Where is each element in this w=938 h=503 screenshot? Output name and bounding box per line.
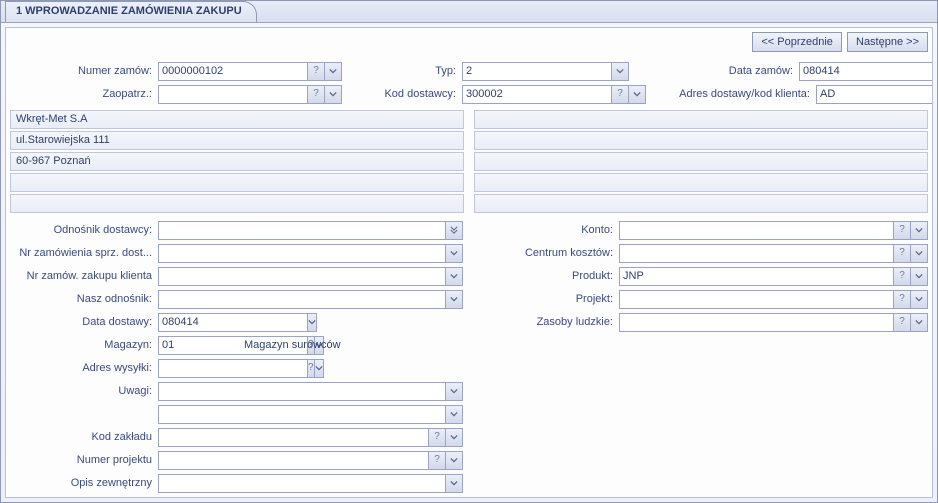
chevron-down-icon[interactable] — [446, 244, 463, 263]
supplier-name: Wkręt-Met S.A — [10, 110, 464, 129]
lookup-icon[interactable]: ? — [894, 290, 911, 309]
chevron-down-icon[interactable] — [325, 85, 342, 104]
chevron-down-icon[interactable] — [446, 221, 463, 240]
kod-dostawcy-input[interactable] — [462, 85, 612, 104]
data-zamow-input[interactable] — [799, 62, 933, 81]
prev-button[interactable]: << Poprzednie — [752, 32, 842, 52]
produkt-label: Produkt: — [475, 270, 619, 282]
opis-zewn-label: Opis zewnętrzny — [10, 477, 158, 489]
uwagi-label: Uwagi: — [10, 385, 158, 397]
typ-label: Typ: — [352, 65, 462, 77]
chevron-down-icon[interactable] — [315, 359, 324, 378]
address-block: Wkręt-Met S.A ul.Starowiejska 111 60-967… — [10, 110, 928, 213]
lookup-icon[interactable]: ? — [429, 451, 446, 470]
nr-zam-sprz-label: Nr zamówienia sprz. dost... — [10, 247, 158, 259]
delivery-line4 — [474, 173, 928, 192]
projekt-label: Projekt: — [475, 293, 619, 305]
lookup-icon[interactable]: ? — [429, 428, 446, 447]
next-button[interactable]: Następne >> — [847, 32, 928, 52]
tab-bar: 1 WPROWADZANIE ZAMÓWIENIA ZAKUPU — [1, 1, 937, 23]
odnosnik-dostawcy-label: Odnośnik dostawcy: — [10, 224, 158, 236]
nasz-odnosnik-label: Nasz odnośnik: — [10, 293, 158, 305]
adres-wysylki-label: Adres wysyłki: — [10, 362, 158, 374]
uwagi-input[interactable] — [158, 382, 446, 401]
adres-wysylki-input[interactable] — [158, 359, 308, 378]
window: 1 WPROWADZANIE ZAMÓWIENIA ZAKUPU << Popr… — [0, 0, 938, 503]
lookup-icon[interactable]: ? — [308, 62, 325, 81]
chevron-down-icon[interactable] — [911, 221, 928, 240]
chevron-down-icon[interactable] — [446, 267, 463, 286]
chevron-down-icon[interactable] — [446, 382, 463, 401]
zaopatrz-input[interactable] — [158, 85, 308, 104]
produkt-input[interactable] — [619, 267, 894, 286]
nr-zam-klienta-input[interactable] — [158, 267, 446, 286]
kod-zakladu-input[interactable] — [158, 428, 429, 447]
chevron-down-icon[interactable] — [911, 290, 928, 309]
chevron-down-icon[interactable] — [446, 451, 463, 470]
chevron-down-icon[interactable] — [446, 290, 463, 309]
data-dostawy-label: Data dostawy: — [10, 316, 158, 328]
nr-zam-klienta-label: Nr zamów. zakupu klienta — [10, 270, 158, 282]
lookup-icon[interactable]: ? — [612, 85, 629, 104]
lookup-icon[interactable]: ? — [894, 221, 911, 240]
chevron-down-icon[interactable] — [308, 313, 317, 332]
zasoby-label: Zasoby ludzkie: — [475, 316, 619, 328]
projekt-input[interactable] — [619, 290, 894, 309]
data-dostawy-input[interactable] — [158, 313, 308, 332]
typ-input[interactable] — [462, 62, 612, 81]
data-zamow-label: Data zamów: — [639, 65, 799, 77]
odnosnik-dostawcy-input[interactable] — [158, 221, 446, 240]
numer-zamow-label: Numer zamów: — [10, 65, 158, 77]
supplier-city: 60-967 Poznań — [10, 152, 464, 171]
adres-klienta-label: Adres dostawy/kod klienta: — [656, 88, 816, 100]
form-body: << Poprzednie Następne >> Numer zamów: ?… — [5, 27, 933, 498]
magazyn-label: Magazyn: — [10, 339, 158, 351]
konto-input[interactable] — [619, 221, 894, 240]
chevron-down-icon[interactable] — [446, 428, 463, 447]
konto-label: Konto: — [475, 224, 619, 236]
magazyn-description: Magazyn surowców — [236, 339, 341, 351]
supplier-line5 — [10, 194, 464, 213]
centrum-label: Centrum kosztów: — [475, 247, 619, 259]
lookup-icon[interactable]: ? — [894, 244, 911, 263]
kod-dostawcy-label: Kod dostawcy: — [352, 88, 462, 100]
kod-zakladu-label: Kod zakładu — [10, 431, 158, 443]
zasoby-input[interactable] — [619, 313, 894, 332]
chevron-down-icon[interactable] — [911, 313, 928, 332]
delivery-line3 — [474, 152, 928, 171]
tab-header[interactable]: 1 WPROWADZANIE ZAMÓWIENIA ZAKUPU — [5, 1, 257, 22]
delivery-line5 — [474, 194, 928, 213]
delivery-line2 — [474, 131, 928, 150]
adres-klienta-input[interactable] — [816, 85, 933, 104]
opis-zewn2-input[interactable] — [158, 497, 446, 499]
lookup-icon[interactable]: ? — [894, 267, 911, 286]
delivery-line1 — [474, 110, 928, 129]
lookup-icon[interactable]: ? — [308, 85, 325, 104]
chevron-down-icon[interactable] — [629, 85, 646, 104]
nr-zam-sprz-input[interactable] — [158, 244, 446, 263]
zaopatrz-label: Zaopatrz.: — [10, 88, 158, 100]
chevron-down-icon[interactable] — [446, 497, 463, 499]
chevron-down-icon[interactable] — [911, 244, 928, 263]
numer-zamow-input[interactable] — [158, 62, 308, 81]
numer-projektu-input[interactable] — [158, 451, 429, 470]
lookup-icon[interactable]: ? — [894, 313, 911, 332]
chevron-down-icon[interactable] — [446, 474, 463, 493]
opis-zewn-input[interactable] — [158, 474, 446, 493]
chevron-down-icon[interactable] — [325, 62, 342, 81]
nav-toolbar: << Poprzednie Następne >> — [10, 32, 928, 54]
centrum-input[interactable] — [619, 244, 894, 263]
chevron-down-icon[interactable] — [911, 267, 928, 286]
supplier-line4 — [10, 173, 464, 192]
chevron-down-icon[interactable] — [612, 62, 629, 81]
supplier-street: ul.Starowiejska 111 — [10, 131, 464, 150]
numer-projektu-label: Numer projektu — [10, 454, 158, 466]
nasz-odnosnik-input[interactable] — [158, 290, 446, 309]
chevron-down-icon[interactable] — [446, 405, 463, 424]
uwagi2-input[interactable] — [158, 405, 446, 424]
